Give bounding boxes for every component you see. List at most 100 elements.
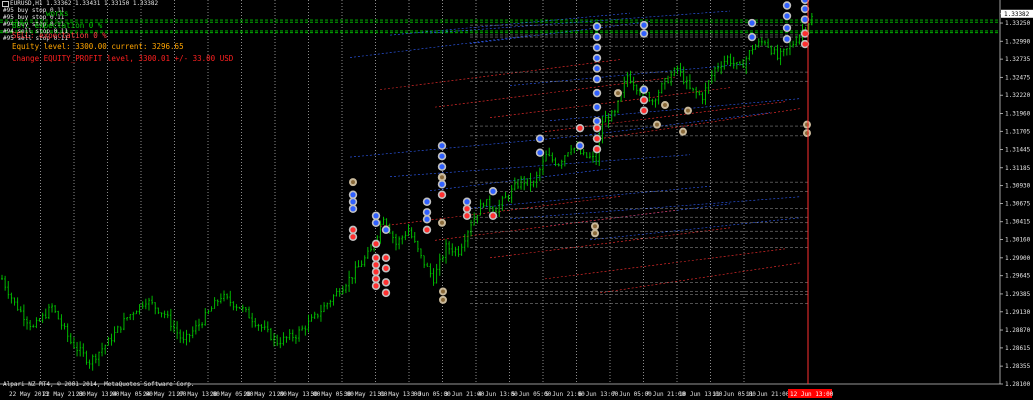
order-marker-core: [641, 108, 647, 114]
order-marker-core: [641, 87, 647, 93]
copyright-text: Alpari NZ MT4, © 2001-2014, MetaQuotes S…: [3, 381, 195, 388]
order-marker-core: [749, 34, 755, 40]
order-marker-core: [383, 255, 389, 261]
order-marker-core: [424, 199, 430, 205]
order-marker-core: [383, 227, 389, 233]
order-marker-core: [802, 16, 808, 23]
closed-order-core: [616, 91, 620, 96]
sell-trend-line: [599, 108, 801, 139]
order-marker-core: [594, 34, 600, 40]
order-marker-core: [594, 125, 600, 131]
order-marker-core: [439, 153, 445, 159]
buy-trend-line: [429, 168, 611, 192]
order-marker-core: [594, 146, 600, 152]
order-marker-core: [350, 192, 356, 198]
order-trend-lines: [349, 10, 808, 304]
horizontal-order-levels: [0, 19, 1000, 34]
order-marker-core: [641, 97, 647, 103]
symbol-label: EURUSD,H1: [10, 0, 43, 7]
buy-trend-line: [349, 35, 531, 58]
order-marker-core: [490, 213, 496, 219]
order-marker-core: [784, 25, 790, 31]
equity-change: Change EQUITY_PROFIT level, 3300.01 +/- …: [12, 54, 234, 63]
order-marker-core: [350, 234, 356, 240]
sell-trend-line: [379, 195, 621, 227]
price-tick-label: 1.31705: [1005, 128, 1031, 135]
order-marker-core: [373, 255, 379, 261]
price-tick-label: 1.30415: [1005, 219, 1031, 226]
price-tick-label: 1.30160: [1005, 237, 1031, 244]
price-tick-label: 1.32735: [1005, 56, 1031, 63]
order-marker-core: [350, 227, 356, 233]
closed-order-core: [663, 103, 667, 108]
order-marker-core: [424, 209, 430, 215]
order-marker-core: [373, 241, 379, 247]
last-tick-label: 12 Jun 13:00: [790, 391, 834, 398]
buy-trend-line: [589, 217, 801, 241]
closed-order-core: [593, 231, 597, 236]
price-tick-label: 1.33250: [1005, 20, 1031, 27]
price-tick-label: 1.31445: [1005, 147, 1031, 154]
closed-order-core: [440, 175, 444, 180]
buy-trend-line: [509, 63, 751, 86]
order-marker-core: [594, 136, 600, 142]
price-tick-label: 1.31960: [1005, 110, 1031, 117]
price-tick-label: 1.28355: [1005, 363, 1031, 370]
closed-order-core: [686, 108, 690, 113]
buy-trend-line: [549, 203, 731, 227]
closed-order-core: [351, 180, 355, 185]
order-marker-core: [373, 213, 379, 219]
closed-order-core: [440, 220, 444, 225]
order-marker-core: [373, 276, 379, 282]
price-tick-label: 1.32475: [1005, 74, 1031, 81]
equity-level: Equity level: 3300.00 current: 3296.65: [12, 42, 184, 51]
works-label: works: [46, 9, 69, 18]
order-marker-core: [537, 136, 543, 142]
order-marker-core: [383, 265, 389, 271]
price-tick-label: 1.28870: [1005, 327, 1031, 334]
price-tick-label: 1.29645: [1005, 273, 1031, 280]
order-marker-core: [577, 143, 583, 149]
buy-trend-line: [349, 134, 591, 158]
candles: [1, 13, 813, 371]
order-marker-core: [802, 30, 808, 37]
order-marker-core: [350, 199, 356, 205]
order-marker-core: [439, 143, 445, 149]
time-tick-label: 11 Jun 21:00: [746, 391, 790, 398]
closed-order-core: [441, 289, 445, 294]
order-marker-core: [383, 290, 389, 296]
closed-order-core: [655, 122, 659, 127]
order-marker-core: [537, 150, 543, 156]
price-tick-label: 1.29130: [1005, 309, 1031, 316]
buy-expectation: BUY: expectation 0 %: [12, 21, 103, 30]
order-marker-core: [490, 188, 496, 194]
price-tick-label: 1.29900: [1005, 255, 1031, 262]
order-marker-core: [373, 283, 379, 289]
buy-trend-line: [549, 98, 801, 121]
order-marker-core: [594, 118, 600, 124]
price-tick-label: 1.32220: [1005, 92, 1031, 99]
order-marker-core: [641, 30, 647, 37]
order-marker-core: [350, 206, 356, 212]
sell-trend-line: [489, 227, 731, 259]
order-marker-core: [464, 206, 470, 212]
sell-trend-line: [379, 59, 621, 90]
order-marker-core: [424, 227, 430, 233]
order-marker-core: [784, 2, 790, 9]
order-marker-core: [439, 164, 445, 170]
order-marker-core: [594, 76, 600, 82]
order-marker-core: [424, 216, 430, 222]
order-marker-core: [802, 6, 808, 12]
sell-trend-line: [599, 262, 801, 294]
closed-order-core: [593, 224, 597, 229]
order-marker-core: [784, 36, 790, 42]
sell-expectation: SELL: expectation 0 %: [12, 31, 107, 40]
order-marker-core: [373, 262, 379, 268]
order-marker-core: [464, 199, 470, 205]
closed-order-core: [441, 297, 445, 302]
sell-trend-line: [544, 248, 786, 280]
current-price-label: 1.33382: [1004, 11, 1030, 18]
order-marker-core: [439, 192, 445, 198]
price-tick-label: 1.28100: [1005, 381, 1031, 388]
price-tick-label: 1.29385: [1005, 291, 1031, 298]
